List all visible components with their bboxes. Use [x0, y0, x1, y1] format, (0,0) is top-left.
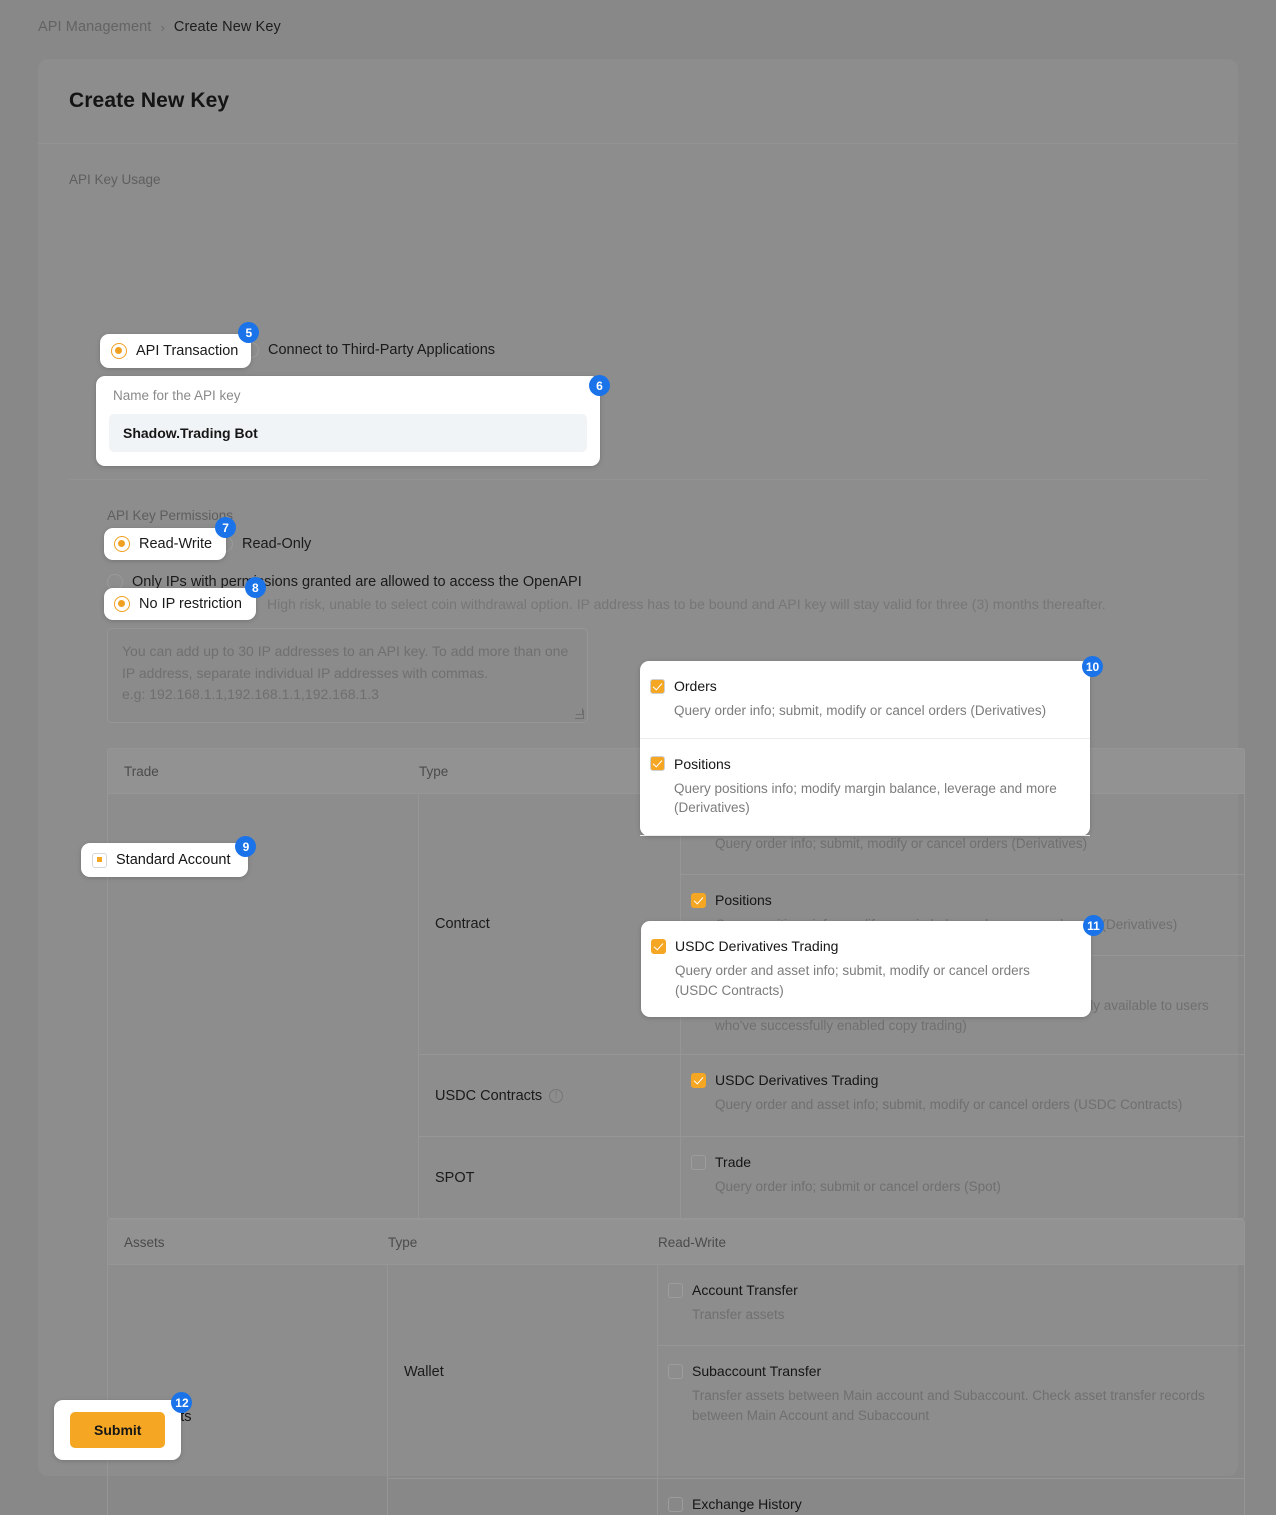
option-account-transfer-desc: Transfer assets — [692, 1307, 785, 1322]
checkbox-account-transfer-icon[interactable] — [668, 1282, 683, 1298]
option-exchange-history-label: Exchange History — [692, 1496, 802, 1512]
assets-root-cell[interactable]: Assets — [108, 1265, 388, 1515]
option-orders-highlighted[interactable]: Orders Query order info; submit, modify … — [640, 661, 1090, 739]
submit-button-spotlight[interactable]: Submit 12 — [54, 1392, 193, 1460]
badge-11: 11 — [1083, 915, 1104, 936]
option-usdc-derivatives-desc: Query order and asset info; submit, modi… — [715, 1097, 1183, 1112]
ip-address-textarea[interactable]: You can add up to 30 IP addresses to an … — [107, 628, 588, 723]
option-usdc-derivatives-highlighted[interactable]: USDC Derivatives Trading Query order and… — [641, 921, 1091, 1017]
checkbox-usdc-derivatives-icon[interactable] — [691, 1072, 706, 1088]
ip-placeholder-line-3: e.g: 192.168.1.1,192.168.1.1,192.168.1.3 — [122, 686, 379, 703]
ip-placeholder-line-1: You can add up to 30 IP addresses to an … — [122, 643, 569, 659]
usdc-derivatives-group[interactable]: USDC Derivatives Trading Query order and… — [641, 915, 1104, 1018]
option-subaccount-transfer-label: Subaccount Transfer — [692, 1363, 822, 1379]
radio-api-transaction[interactable]: API Transaction 5 — [100, 322, 260, 368]
radio-no-ip-restriction[interactable]: No IP restriction 8 — [104, 577, 266, 620]
option-positions-label: Positions — [715, 892, 772, 908]
radio-no-ip-restriction-icon — [114, 596, 130, 612]
radio-api-transaction-icon — [111, 343, 127, 359]
option-positions-label: Positions — [674, 755, 731, 772]
badge-8: 8 — [244, 577, 266, 598]
radio-third-party[interactable]: Connect to Third-Party Applications — [243, 342, 495, 358]
option-positions-desc: Query positions info; modify margin bala… — [674, 780, 1057, 816]
radio-read-only-label: Read-Only — [242, 536, 312, 552]
submit-button[interactable]: Submit — [70, 1412, 166, 1448]
table-row: Exchange Exchange History Query asset ex… — [388, 1479, 1244, 1515]
option-spot-trade-desc: Query order info; submit or cancel order… — [715, 1179, 1001, 1194]
radio-read-write-label: Read-Write — [139, 536, 213, 552]
option-positions-highlighted[interactable]: Positions Query positions info; modify m… — [640, 739, 1090, 836]
breadcrumb-separator-icon: › — [160, 19, 165, 35]
table-row: Wallet Account Transfer Transfer assets — [388, 1265, 1244, 1479]
page-title: Create New Key — [69, 89, 230, 112]
assets-table-header: Assets Type Read-Write — [108, 1220, 1244, 1265]
section-divider — [69, 479, 1207, 480]
breadcrumb-current: Create New Key — [173, 19, 281, 35]
checkbox-exchange-history-icon[interactable] — [668, 1496, 683, 1512]
radio-read-write[interactable]: Read-Write 7 — [104, 517, 237, 560]
badge-5: 5 — [238, 322, 260, 343]
standard-account-label: Standard Account — [116, 852, 231, 868]
api-key-name-field[interactable]: Name for the API key Shadow.Trading Bot … — [96, 375, 610, 466]
option-account-transfer[interactable]: Account Transfer Transfer assets — [658, 1265, 1244, 1346]
option-usdc-derivatives[interactable]: USDC Derivatives Trading Query order and… — [681, 1055, 1244, 1136]
ip-risk-note: High risk, unable to select coin withdra… — [248, 596, 1106, 612]
table-row: SPOT Trade Query order info; submit or c… — [419, 1137, 1244, 1218]
option-orders-desc: Query order info; submit, modify or canc… — [715, 836, 1088, 851]
option-subaccount-transfer[interactable]: Subaccount Transfer Transfer assets betw… — [658, 1346, 1244, 1478]
radio-read-only[interactable]: Read-Only — [217, 536, 311, 552]
radio-api-transaction-label: API Transaction — [136, 343, 239, 359]
trade-type-spot: SPOT — [419, 1137, 681, 1218]
breadcrumb-parent-link[interactable]: API Management — [38, 19, 151, 35]
page-root: API Management › Create New Key Create N… — [0, 0, 1276, 1515]
api-key-name-label: Name for the API key — [113, 388, 241, 403]
assets-header-col-type: Type — [388, 1234, 418, 1250]
orders-positions-group[interactable]: Orders Query order info; submit, modify … — [640, 656, 1103, 836]
checkbox-orders-icon[interactable] — [650, 678, 665, 694]
option-spot-trade-label: Trade — [715, 1154, 752, 1170]
checkbox-usdc-derivatives-icon[interactable] — [651, 938, 666, 954]
option-spot-trade[interactable]: Trade Query order info; submit or cancel… — [681, 1137, 1244, 1218]
info-icon[interactable]: ! — [549, 1088, 564, 1103]
standard-account-row[interactable]: Standard Account 9 — [81, 836, 257, 877]
radio-read-write-icon — [114, 536, 130, 552]
option-usdc-derivatives-desc: Query order and asset info; submit, modi… — [675, 963, 1030, 998]
option-usdc-derivatives-label: USDC Derivatives Trading — [675, 938, 839, 954]
badge-10: 10 — [1082, 656, 1103, 677]
trade-header-col-trade: Trade — [124, 763, 159, 779]
trade-type-usdc-label: USDC Contracts — [435, 1087, 543, 1104]
api-key-usage-label: API Key Usage — [69, 172, 161, 187]
assets-header-col-assets: Assets — [124, 1234, 165, 1250]
breadcrumb: API Management › Create New Key — [38, 19, 281, 35]
card-body: API Key Usage API Transaction 5 Connect … — [38, 144, 1245, 1515]
option-orders-label: Orders — [674, 678, 717, 694]
option-account-transfer-label: Account Transfer — [692, 1282, 798, 1298]
radio-no-ip-restriction-label: No IP restriction — [139, 596, 242, 612]
option-subaccount-transfer-desc: Transfer assets between Main account and… — [692, 1388, 1205, 1423]
option-orders-desc: Query order info; submit, modify or canc… — [674, 703, 1047, 718]
radio-third-party-label: Connect to Third-Party Applications — [268, 342, 496, 358]
table-row: USDC Contracts ! USDC Derivatives Tradin… — [419, 1055, 1244, 1137]
badge-6: 6 — [589, 375, 610, 396]
checkbox-positions-icon[interactable] — [691, 892, 706, 908]
checkbox-standard-account-icon[interactable] — [92, 852, 107, 868]
assets-permissions-table: Assets Type Read-Write Assets Wa — [107, 1219, 1245, 1515]
option-exchange-history[interactable]: Exchange History Query asset exchange re… — [658, 1479, 1244, 1515]
api-key-permissions-label: API Key Permissions — [107, 508, 234, 523]
checkbox-positions-icon[interactable] — [650, 756, 665, 772]
ip-risk-note-text: High risk, unable to select coin withdra… — [267, 596, 1106, 612]
assets-type-wallet: Wallet — [388, 1265, 658, 1478]
trade-type-usdc: USDC Contracts ! — [419, 1055, 681, 1136]
api-key-name-input[interactable]: Shadow.Trading Bot — [109, 414, 587, 452]
assets-table-body: Assets Wallet Account Transfer — [108, 1265, 1244, 1515]
badge-7: 7 — [215, 517, 237, 538]
assets-header-col-readwrite: Read-Write — [658, 1234, 727, 1250]
checkbox-spot-trade-icon[interactable] — [691, 1154, 706, 1170]
option-usdc-derivatives-label: USDC Derivatives Trading — [715, 1072, 879, 1088]
ip-placeholder-line-2: IP address, separate individual IP addre… — [122, 664, 489, 681]
resize-handle-icon[interactable] — [575, 708, 584, 719]
card-header: Create New Key — [38, 59, 1238, 144]
checkbox-subaccount-transfer-icon[interactable] — [668, 1363, 683, 1379]
assets-type-exchange: Exchange — [388, 1479, 658, 1515]
